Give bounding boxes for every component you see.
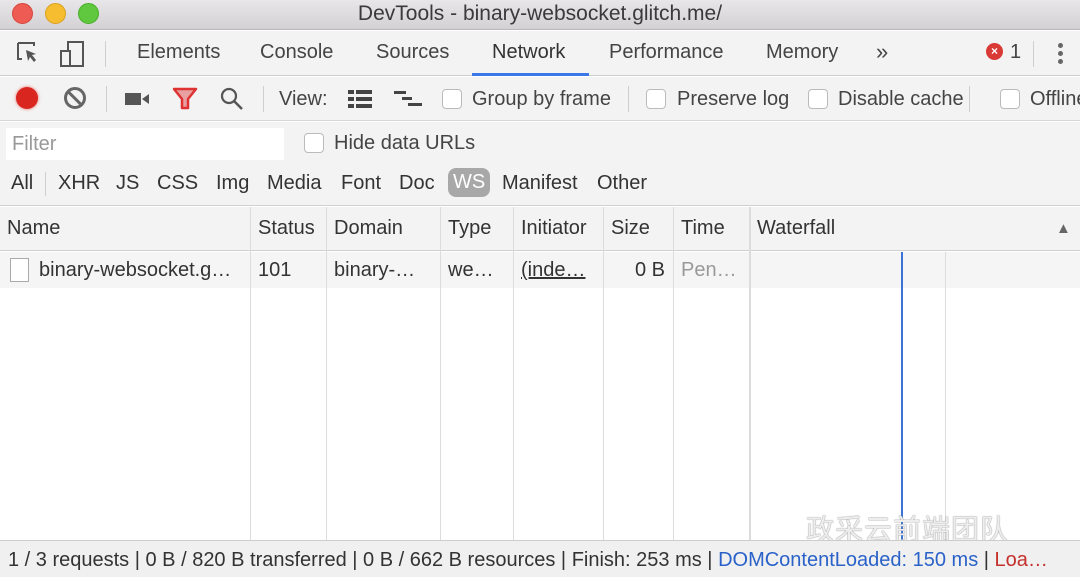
type-filter-js[interactable]: JS (116, 172, 139, 195)
column-header-time[interactable]: Time (681, 217, 725, 240)
cell-size: 0 B (634, 259, 665, 281)
summary-separator: | (346, 549, 364, 571)
network-toolbar: View: Group by frame Preserve log Disabl… (0, 77, 1080, 121)
toolbar-divider (969, 86, 970, 112)
filter-bar: Hide data URLs All XHR JS CSS Img Media … (0, 122, 1080, 206)
search-icon[interactable] (219, 86, 245, 117)
more-options-icon[interactable] (1058, 43, 1064, 67)
offline-label: Offline (1030, 88, 1080, 110)
summary-dom-content-loaded: DOMContentLoaded: 150 ms (718, 549, 979, 571)
record-button[interactable] (16, 87, 38, 109)
disable-cache-label: Disable cache (838, 88, 964, 110)
inspect-element-icon[interactable] (15, 40, 41, 71)
type-filter-img[interactable]: Img (216, 172, 249, 195)
summary-resources: 0 B / 662 B resources (363, 549, 556, 571)
column-divider[interactable] (603, 207, 604, 540)
clear-button[interactable] (64, 87, 86, 109)
tabbar-divider (1033, 41, 1034, 67)
tab-sources[interactable]: Sources (376, 41, 449, 64)
window-titlebar: DevTools - binary-websocket.glitch.me/ (0, 0, 1080, 30)
summary-separator: | (701, 549, 719, 571)
offline-checkbox[interactable] (1000, 89, 1020, 109)
column-header-domain[interactable]: Domain (334, 217, 403, 240)
column-header-initiator[interactable]: Initiator (521, 217, 587, 240)
summary-separator: | (129, 549, 146, 571)
summary-load: Loa… (994, 549, 1048, 571)
column-header-name[interactable]: Name (7, 217, 60, 240)
type-filter-other[interactable]: Other (597, 172, 647, 195)
toolbar-divider (263, 86, 264, 112)
tab-console[interactable]: Console (260, 41, 333, 64)
view-label: View: (279, 88, 328, 110)
table-header: Name Status Domain Type Initiator Size T… (0, 207, 1080, 251)
tabbar-divider (105, 41, 106, 67)
overview-waterfall-icon[interactable] (394, 90, 424, 113)
websocket-file-icon (10, 258, 29, 282)
summary-separator: | (555, 549, 572, 571)
window-title: DevTools - binary-websocket.glitch.me/ (357, 2, 723, 25)
disable-cache-checkbox[interactable] (808, 89, 828, 109)
column-header-size[interactable]: Size (611, 217, 650, 240)
column-divider[interactable] (749, 207, 751, 540)
type-filter-ws[interactable]: WS (448, 168, 491, 197)
type-filter-xhr[interactable]: XHR (58, 172, 100, 195)
filter-funnel-icon[interactable] (172, 87, 198, 116)
column-divider[interactable] (513, 207, 514, 540)
type-filter-manifest[interactable]: Manifest (502, 172, 578, 195)
group-by-frame-label: Group by frame (472, 88, 611, 110)
active-tab-indicator (472, 73, 589, 76)
column-header-waterfall[interactable]: Waterfall (757, 217, 835, 240)
cell-domain: binary-… (334, 259, 416, 281)
cell-name[interactable]: binary-websocket.g… (39, 259, 231, 282)
column-divider[interactable] (326, 207, 327, 540)
cell-status: 101 (258, 259, 292, 281)
group-by-frame-checkbox[interactable] (442, 89, 462, 109)
screenshot-camera-icon[interactable] (125, 90, 151, 113)
cell-type: we… (448, 259, 494, 281)
error-icon[interactable]: × (986, 43, 1003, 60)
tab-memory[interactable]: Memory (766, 41, 838, 64)
column-divider[interactable] (250, 207, 251, 540)
requests-table: Name Status Domain Type Initiator Size T… (0, 207, 1080, 540)
filter-input[interactable] (6, 128, 284, 160)
waterfall-gridline (945, 252, 946, 540)
preserve-log-checkbox[interactable] (646, 89, 666, 109)
toolbar-divider (106, 86, 107, 112)
summary-separator: | (978, 549, 995, 571)
cell-initiator[interactable]: (inde… (521, 259, 585, 282)
type-filter-doc[interactable]: Doc (399, 172, 435, 195)
network-summary-bar: 1 / 3 requests | 0 B / 820 B transferred… (0, 540, 1080, 577)
tab-performance[interactable]: Performance (609, 41, 724, 64)
devtools-tabbar: Elements Console Sources Network Perform… (0, 31, 1080, 76)
type-filter-all[interactable]: All (11, 172, 33, 195)
type-filter-font[interactable]: Font (341, 172, 381, 195)
column-divider[interactable] (673, 207, 674, 540)
tab-elements[interactable]: Elements (137, 41, 220, 64)
type-filter-css[interactable]: CSS (157, 172, 198, 195)
device-toolbar-icon[interactable] (58, 40, 86, 73)
hide-data-urls-checkbox[interactable] (304, 133, 324, 153)
table-row[interactable]: binary-websocket.g… 101 binary-… we… (in… (0, 252, 1080, 288)
hide-data-urls-label: Hide data URLs (334, 132, 476, 154)
cell-time: Pen… (681, 259, 737, 281)
summary-requests: 1 / 3 requests (8, 549, 130, 571)
sort-ascending-icon[interactable]: ▲ (1056, 220, 1071, 237)
preserve-log-label: Preserve log (677, 88, 790, 110)
type-filter-media[interactable]: Media (267, 172, 321, 195)
more-tabs-button[interactable]: » (876, 39, 888, 65)
column-header-status[interactable]: Status (258, 217, 315, 240)
type-filter-divider (45, 172, 46, 196)
tab-network[interactable]: Network (492, 41, 565, 64)
toolbar-divider (628, 86, 629, 112)
large-rows-view-icon[interactable] (348, 89, 374, 114)
dom-content-loaded-marker (901, 252, 903, 540)
summary-finish: Finish: 253 ms (571, 549, 702, 571)
summary-transferred: 0 B / 820 B transferred (145, 549, 347, 571)
column-divider[interactable] (440, 207, 441, 540)
column-header-type[interactable]: Type (448, 217, 491, 240)
error-count[interactable]: 1 (1010, 41, 1021, 64)
